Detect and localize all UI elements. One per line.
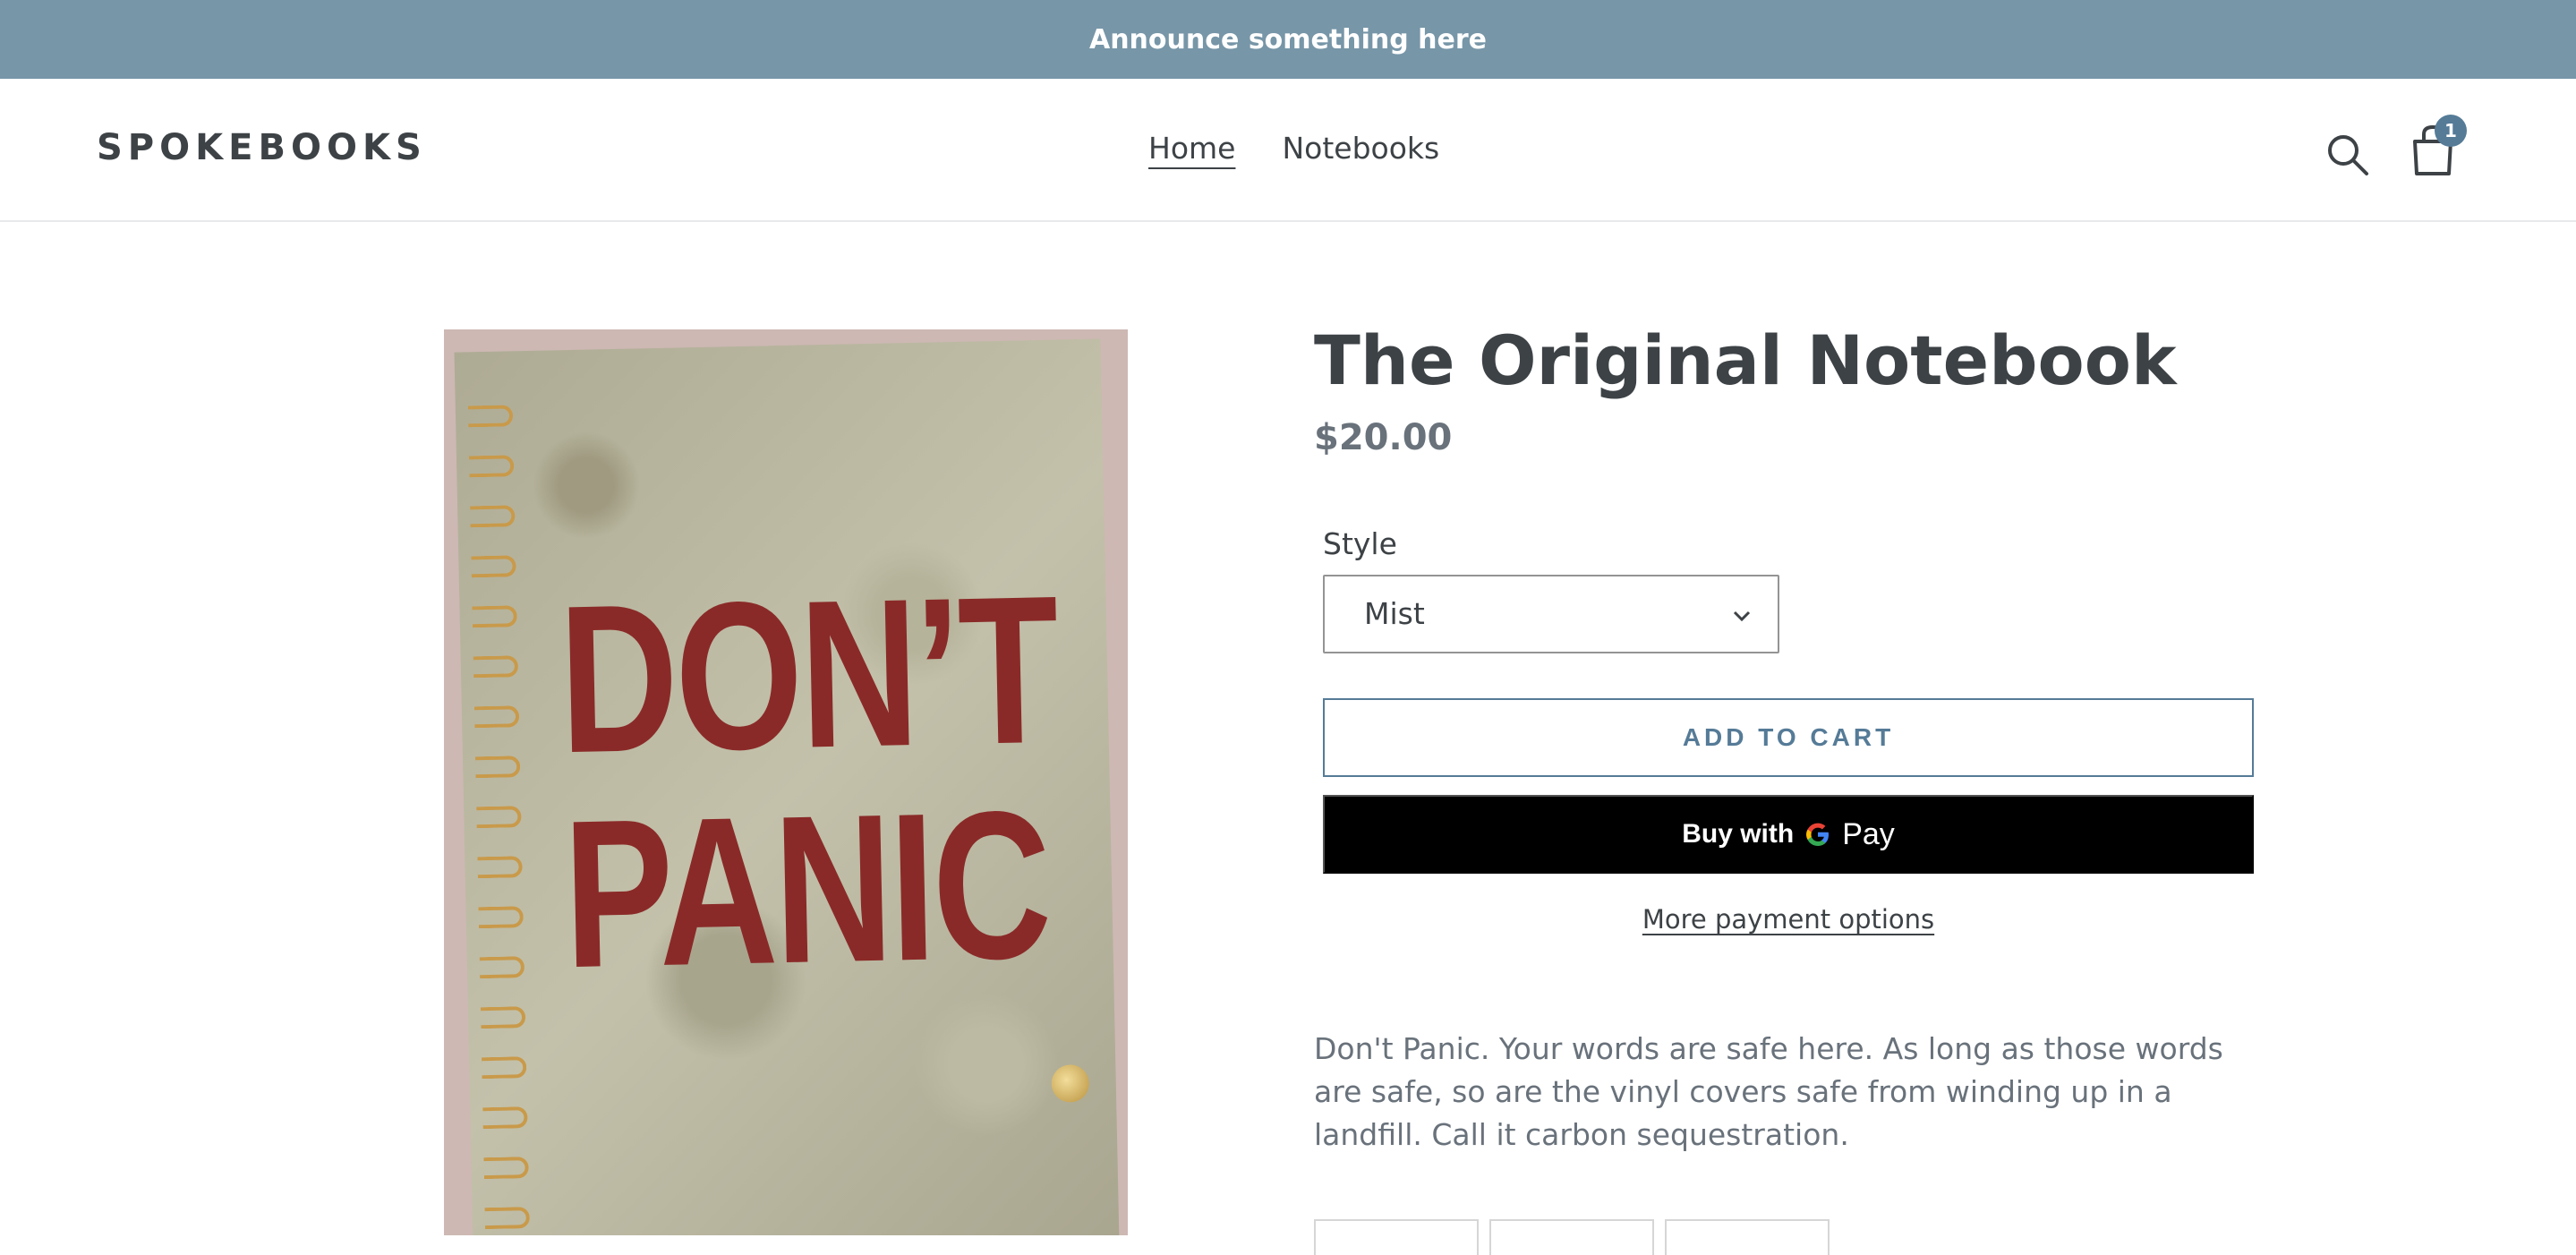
nav-link-notebooks[interactable]: Notebooks [1282, 131, 1439, 166]
gpay-pay-label: Pay [1842, 816, 1895, 851]
cover-text-line2: PANIC [561, 765, 1051, 1012]
thumbnail[interactable] [1665, 1219, 1830, 1255]
thumbnail[interactable] [1489, 1219, 1654, 1255]
nav-link-home[interactable]: Home [1148, 131, 1235, 166]
style-select-value: Mist [1364, 596, 1425, 631]
thumbnail-strip [1314, 1219, 1830, 1255]
search-icon[interactable] [2324, 131, 2372, 179]
add-to-cart-button[interactable]: ADD TO CART [1323, 698, 2254, 777]
style-label: Style [1323, 526, 1397, 561]
cover-text-line1: DON’T [557, 551, 1059, 798]
google-g-icon [1806, 823, 1830, 846]
thumbnail[interactable] [1314, 1219, 1479, 1255]
announcement-text: Announce something here [1088, 23, 1487, 55]
product-description: Don't Panic. Your words are safe here. A… [1314, 1031, 2223, 1152]
store-logo[interactable]: SPOKEBOOKS [97, 127, 427, 168]
style-select[interactable]: Mist [1323, 575, 1779, 653]
snap-button [1051, 1064, 1090, 1103]
chevron-down-icon [1733, 610, 1751, 622]
product-image[interactable]: DON’T PANIC [444, 329, 1128, 1235]
announcement-bar: Announce something here [0, 0, 2576, 79]
cart-count-badge: 1 [2435, 115, 2467, 147]
main-nav: Home Notebooks [1148, 131, 1439, 166]
spiral-binding [467, 405, 532, 1235]
buy-with-gpay-button[interactable]: Buy with Pay [1323, 795, 2254, 874]
notebook-photo: DON’T PANIC [454, 338, 1120, 1235]
site-header: SPOKEBOOKS Home Notebooks 1 [0, 79, 2576, 222]
product-price: $20.00 [1314, 417, 1453, 458]
more-payment-options-link[interactable]: More payment options [1323, 904, 2254, 935]
gpay-button-label: Buy with [1682, 819, 1795, 849]
product-title: The Original Notebook [1314, 320, 2177, 400]
